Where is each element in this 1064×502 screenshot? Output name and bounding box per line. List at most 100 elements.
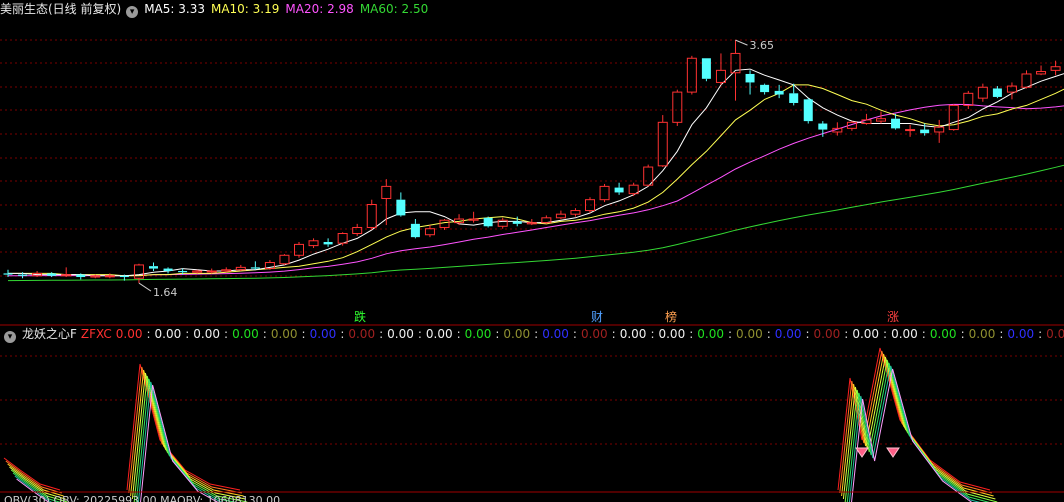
candle-body (178, 270, 188, 273)
value-separator: : (999, 327, 1004, 341)
candle-body (3, 273, 13, 275)
value-separator: : (1038, 327, 1043, 341)
candle-body (672, 91, 683, 123)
indicator-value: 0.00 (619, 327, 647, 341)
candle (541, 215, 552, 224)
candle (803, 98, 813, 124)
value-separator: : (417, 327, 422, 341)
candle-body (192, 270, 203, 273)
candle-body (323, 241, 333, 245)
candle (701, 58, 711, 82)
candle (555, 210, 566, 220)
indicator-value: 0.00 (1046, 327, 1064, 341)
indicator-value: 0.00 (425, 327, 453, 341)
dropdown-icon[interactable]: ▾ (4, 331, 16, 343)
wave-peak-2 (846, 362, 990, 502)
candle (366, 199, 377, 230)
ma5-line (8, 68, 1064, 277)
candle-body (424, 228, 435, 236)
candle (323, 238, 333, 247)
candle (410, 219, 420, 239)
candle-body (235, 266, 246, 271)
candle (1036, 65, 1047, 76)
ma20-line-group (8, 103, 1064, 277)
stock-title[interactable]: 美丽生态(日线 前复权) (0, 2, 121, 16)
ma5-label: MA5: 3.33 (144, 2, 205, 16)
candle-body (803, 99, 813, 122)
candle (963, 90, 974, 110)
candle-body (366, 204, 377, 228)
candle-body (570, 210, 581, 215)
candle (396, 192, 406, 217)
candle-body (789, 93, 799, 103)
candle-body (891, 118, 901, 129)
candle-body (1036, 71, 1047, 75)
candle-body (352, 226, 363, 235)
value-separator: : (224, 327, 229, 341)
candle (614, 182, 624, 195)
stock-chart: 3.65 1.64 (0, 39, 1064, 502)
main-header: 美丽生态(日线 前复权) ▾ MA5: 3.33 MA10: 3.19 MA20: 2.… (0, 0, 434, 18)
indicator-value: 0.00 (309, 327, 337, 341)
candle-body (76, 274, 86, 278)
obv-header: OBV(30) OBV: 20225993.00 MAOBV: 10608130… (0, 492, 286, 502)
candle-body (920, 129, 930, 134)
candle (454, 214, 465, 226)
value-separator: : (766, 327, 771, 341)
indicator-value: 0.00 (774, 327, 802, 341)
indicator-value: 0.00 (542, 327, 569, 341)
indicator-value: 0.00 (348, 327, 376, 341)
indicator-value: 0.00 (464, 327, 492, 341)
low-price-label: 1.64 (153, 286, 178, 299)
candle-body (818, 123, 828, 130)
candle-body (18, 274, 28, 276)
candle-body (628, 184, 639, 195)
indicator-value: 0.00 (503, 327, 531, 341)
candle-body (512, 221, 522, 224)
price-markers: 3.65 1.64 (138, 39, 774, 299)
value-separator: : (185, 327, 190, 341)
candle (468, 211, 479, 223)
ma10-line-group (8, 84, 1064, 277)
candle-body (381, 185, 392, 199)
obv-label: OBV(30) OBV: 20225993.00 MAOBV: 10608130… (4, 494, 281, 502)
candle-body (410, 223, 420, 238)
indicator-value: 0.00 (154, 327, 182, 341)
candles (3, 40, 1061, 284)
high-marker-arrow (735, 39, 748, 46)
candle (715, 53, 726, 85)
value-separator: : (611, 327, 616, 341)
indicator-values: 0.00:0.00:0.00:0.00:0.00:0.00:0.00:0.00:… (116, 327, 1064, 341)
candle-body (47, 273, 57, 276)
dropdown-icon[interactable]: ▾ (126, 6, 139, 18)
ma60-line (7, 164, 1064, 282)
candle (308, 238, 319, 249)
low-marker-arrow (138, 282, 152, 292)
signal-tag: 跌 (354, 310, 367, 324)
candle-body (119, 275, 129, 278)
candle-body (149, 266, 158, 269)
candle (992, 86, 1002, 99)
candle-body (774, 90, 784, 95)
candle-body (163, 268, 173, 271)
indicator-value: 0.00 (891, 327, 918, 341)
signal-tag: 榜 (665, 310, 678, 324)
candle (745, 70, 755, 95)
ma10-label: MA10: 3.19 (210, 2, 280, 16)
value-separator: : (146, 327, 151, 341)
value-separator: : (340, 327, 345, 341)
value-separator: : (883, 327, 888, 341)
indicator-name[interactable]: 龙妖之心F (22, 327, 77, 341)
candle-body (555, 213, 566, 219)
candle (570, 208, 581, 217)
indicator-value: 0.00 (193, 327, 221, 341)
value-separator: : (960, 327, 965, 341)
candle (657, 115, 668, 168)
signal-tag: 涨 (887, 310, 900, 324)
candle (934, 119, 945, 143)
indicator-value: 0.00 (115, 327, 143, 341)
indicator-value: 0.00 (387, 327, 414, 341)
candle (1050, 60, 1061, 76)
ma5-line-group (8, 68, 1064, 277)
indicator-value: 0.00 (968, 327, 996, 341)
